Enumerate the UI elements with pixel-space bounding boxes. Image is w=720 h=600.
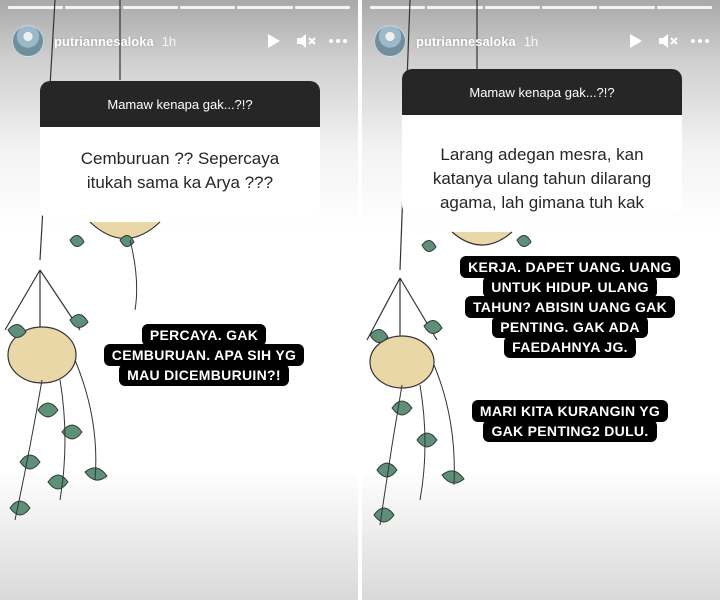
answer-text: KERJA. DAPET UANG. UANG UNTUK HIDUP. ULA… [450, 256, 690, 358]
question-sticker: Mamaw kenapa gak...?!? Cemburuan ?? Sepe… [40, 81, 320, 219]
muted-speaker-icon[interactable] [658, 31, 678, 51]
story-progress-bar [370, 6, 712, 9]
muted-speaker-icon[interactable] [296, 31, 316, 51]
story-progress-bar [8, 6, 350, 9]
play-icon[interactable] [264, 31, 284, 51]
post-time: 1h [523, 33, 539, 49]
story-panel-left: putriannesaloka 1h Mamaw kenapa gak...?!… [0, 0, 358, 600]
story-header: putriannesaloka 1h [12, 24, 348, 58]
answer-text: PERCAYA. GAK CEMBURUAN. APA SIH YG MAU D… [98, 324, 310, 386]
post-time: 1h [161, 33, 177, 49]
question-header: Mamaw kenapa gak...?!? [40, 81, 320, 127]
username[interactable]: putriannesaloka [54, 34, 154, 49]
more-dots-icon[interactable] [328, 31, 348, 51]
play-icon[interactable] [626, 31, 646, 51]
story-header: putriannesaloka 1h [374, 24, 710, 58]
question-text: Larang adegan mesra, kan katanya ulang t… [432, 145, 652, 212]
question-text: Cemburuan ?? Sepercaya itukah sama ka Ar… [80, 149, 280, 192]
more-dots-icon[interactable] [690, 31, 710, 51]
answer-text-2: MARI KITA KURANGIN YG GAK PENTING2 DULU. [460, 400, 680, 442]
avatar[interactable] [12, 25, 44, 57]
story-panel-right: putriannesaloka 1h Mamaw kenapa gak...?!… [362, 0, 720, 600]
avatar[interactable] [374, 25, 406, 57]
username[interactable]: putriannesaloka [416, 34, 516, 49]
question-header: Mamaw kenapa gak...?!? [402, 69, 682, 115]
question-sticker: Mamaw kenapa gak...?!? Larang adegan mes… [402, 69, 682, 215]
